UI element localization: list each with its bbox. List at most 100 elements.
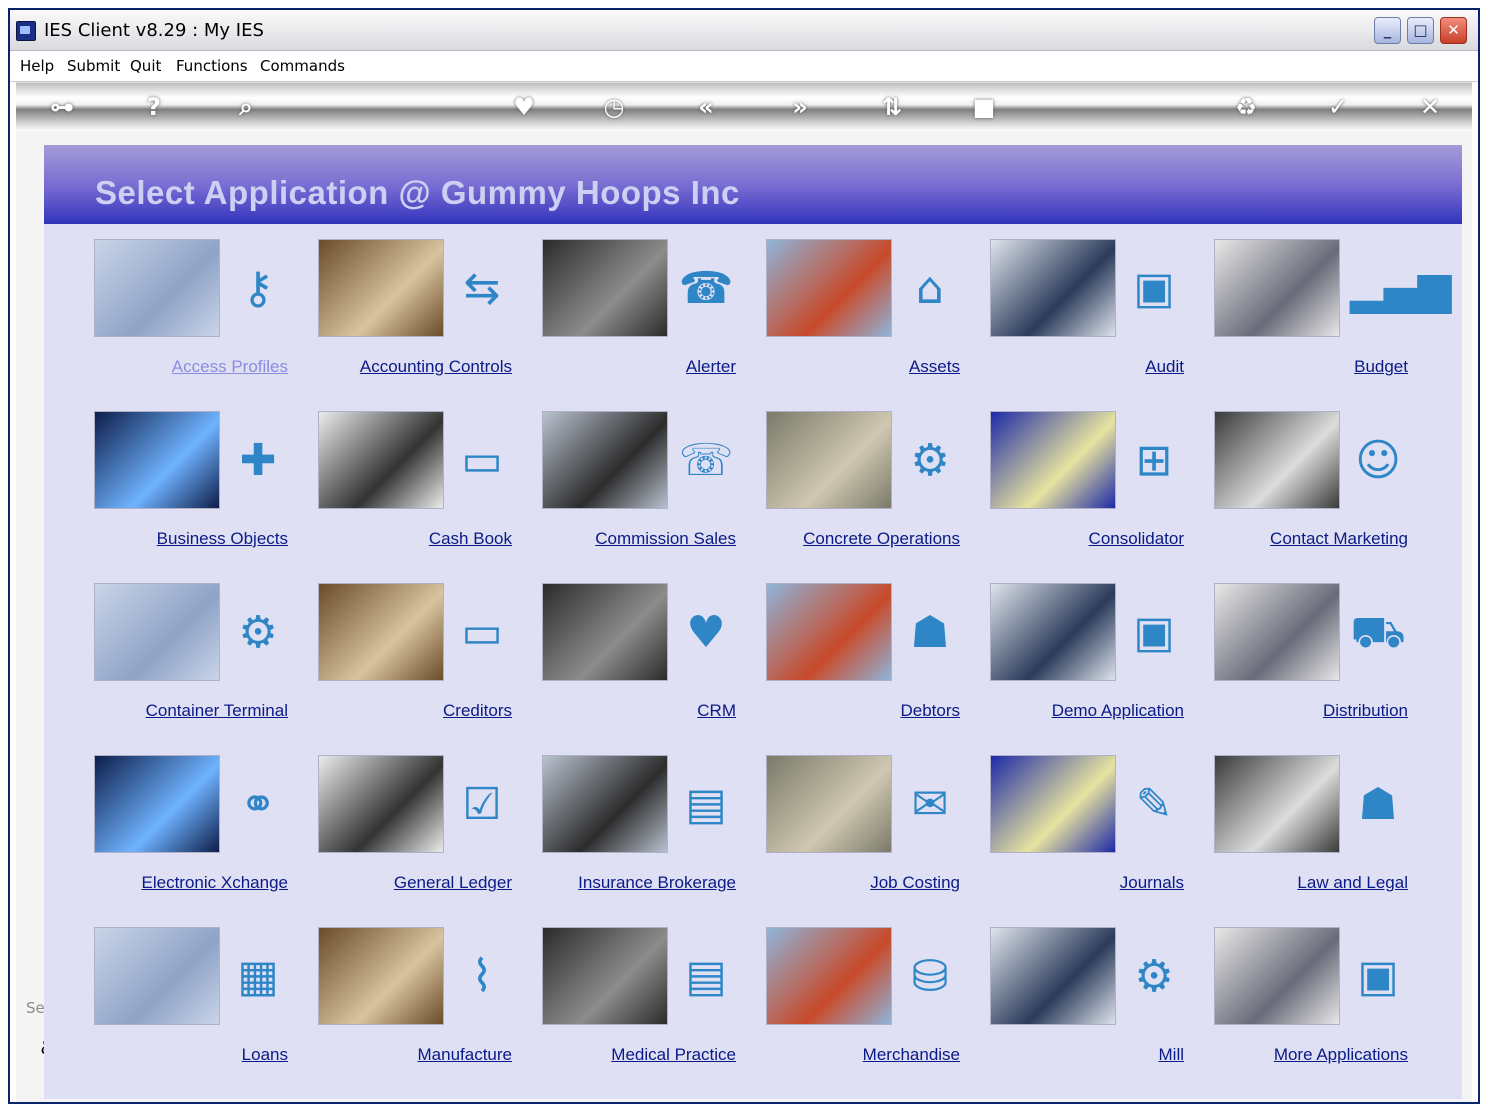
app-tile[interactable]: ▭ Creditors [318, 583, 542, 743]
app-link[interactable]: Job Costing [870, 873, 960, 893]
bar-chart-icon[interactable]: ▂▄▆ [1350, 261, 1452, 317]
app-link[interactable]: Merchandise [863, 1045, 960, 1065]
app-link[interactable]: Distribution [1323, 701, 1408, 721]
menu-help[interactable]: Help [20, 57, 54, 75]
app-link[interactable]: Insurance Brokerage [578, 873, 736, 893]
app-tile[interactable]: ⊞ Consolidator [990, 411, 1214, 571]
monitor-icon[interactable]: ▣ [1350, 949, 1406, 1005]
signing-photo[interactable] [318, 411, 444, 509]
app-tile[interactable]: ▣ Audit [990, 239, 1214, 399]
heart-icon[interactable]: ♥ [508, 91, 540, 123]
monitor-icon[interactable]: ▣ [1126, 605, 1182, 661]
grocery-photo[interactable] [766, 927, 892, 1025]
office-man-photo[interactable] [318, 239, 444, 337]
app-tile[interactable]: ⚙ Mill [990, 927, 1214, 1087]
handshake-icon[interactable]: ⚭ [230, 777, 286, 833]
recycle-icon[interactable]: ♻ [1230, 91, 1262, 123]
crane-photo[interactable] [766, 239, 892, 337]
callcenter-photo[interactable] [1214, 411, 1340, 509]
app-tile[interactable]: ⛟ Distribution [1214, 583, 1438, 743]
app-link[interactable]: Demo Application [1052, 701, 1184, 721]
app-link[interactable]: Contact Marketing [1270, 529, 1408, 549]
house-icon[interactable]: ⌂ [902, 261, 958, 317]
app-link[interactable]: Electronic Xchange [142, 873, 288, 893]
key-icon[interactable]: ⊶ [42, 91, 82, 123]
app-tile[interactable]: ▣ Demo Application [990, 583, 1214, 743]
scroll-icon[interactable]: ✎ [1126, 777, 1182, 833]
headset-woman-photo[interactable] [542, 583, 668, 681]
phone-hands-photo[interactable] [542, 239, 668, 337]
people-talk-icon[interactable]: ☺ [1350, 433, 1406, 489]
calculator-photo[interactable] [990, 755, 1116, 853]
app-tile[interactable]: ✉ Job Costing [766, 755, 990, 915]
credit-card-icon[interactable]: ▭ [454, 605, 510, 661]
app-tile[interactable]: ☎ Alerter [542, 239, 766, 399]
app-tile[interactable]: ▤ Insurance Brokerage [542, 755, 766, 915]
invoice-icon[interactable]: ✉ [902, 777, 958, 833]
app-tile[interactable]: ✚ Business Objects [94, 411, 318, 571]
app-tile[interactable]: ▂▄▆ Budget [1214, 239, 1452, 399]
app-link[interactable]: Concrete Operations [803, 529, 960, 549]
map-photo[interactable] [94, 239, 220, 337]
maximize-button[interactable]: □ [1407, 17, 1434, 44]
factory-photo[interactable] [766, 755, 892, 853]
pulse-icon[interactable]: ⌇ [454, 949, 510, 1005]
app-tile[interactable]: ▣ More Applications [1214, 927, 1438, 1087]
credit-card-icon[interactable]: ▭ [454, 433, 510, 489]
gears-icon[interactable]: ⚙ [902, 433, 958, 489]
app-tile[interactable]: ▦ Loans [94, 927, 318, 1087]
circuit-photo[interactable] [94, 411, 220, 509]
router-icon[interactable]: ☎ [678, 261, 734, 317]
crowd-icon[interactable]: ☗ [1350, 777, 1406, 833]
app-link[interactable]: Medical Practice [611, 1045, 736, 1065]
app-tile[interactable]: ☗ Law and Legal [1214, 755, 1438, 915]
app-tile[interactable]: ⚙ Concrete Operations [766, 411, 990, 571]
gavel-photo[interactable] [1214, 755, 1340, 853]
app-tile[interactable]: ☗ Debtors [766, 583, 990, 743]
app-link[interactable]: Audit [1145, 357, 1184, 377]
insurance-policy-photo[interactable] [542, 755, 668, 853]
close-window-button[interactable]: ✕ [1440, 17, 1467, 44]
app-link[interactable]: Creditors [443, 701, 512, 721]
clock-icon[interactable]: ◷ [598, 91, 630, 123]
monitor-icon[interactable]: ▣ [1126, 261, 1182, 317]
app-link[interactable]: Container Terminal [146, 701, 288, 721]
app-tile[interactable]: ⌇ Manufacture [318, 927, 542, 1087]
search-icon[interactable]: ⌕ [230, 91, 262, 123]
globe-photo[interactable] [1214, 927, 1340, 1025]
minimize-button[interactable]: _ [1374, 17, 1401, 44]
app-link[interactable]: Assets [909, 357, 960, 377]
app-link[interactable]: Cash Book [429, 529, 512, 549]
smokestack-photo[interactable] [990, 927, 1116, 1025]
org-chart-icon[interactable]: ⊞ [1126, 433, 1182, 489]
transfer-icon[interactable]: ⇆ [454, 261, 510, 317]
menu-quit[interactable]: Quit [130, 57, 161, 75]
team-photo[interactable] [542, 411, 668, 509]
app-link[interactable]: Budget [1354, 357, 1408, 377]
app-tile[interactable]: ▭ Cash Book [318, 411, 542, 571]
app-tile[interactable]: ▤ Medical Practice [542, 927, 766, 1087]
previous-icon[interactable]: « [690, 91, 722, 123]
next-icon[interactable]: » [784, 91, 816, 123]
app-link[interactable]: General Ledger [394, 873, 512, 893]
chart-cards-icon[interactable]: ▦ [230, 949, 286, 1005]
port-crane-photo[interactable] [94, 583, 220, 681]
app-link[interactable]: Law and Legal [1297, 873, 1408, 893]
meeting-photo[interactable] [1214, 239, 1340, 337]
graph-photo[interactable] [990, 411, 1116, 509]
menu-functions[interactable]: Functions [176, 57, 248, 75]
app-tile[interactable]: ✎ Journals [990, 755, 1214, 915]
menu-commands[interactable]: Commands [260, 57, 345, 75]
id-cards-icon[interactable]: ▤ [678, 949, 734, 1005]
app-link[interactable]: More Applications [1274, 1045, 1408, 1065]
gears-icon[interactable]: ⚙ [230, 605, 286, 661]
server-rack-photo[interactable] [94, 755, 220, 853]
sort-icon[interactable]: ⇅ [876, 91, 908, 123]
check-icon[interactable]: ✓ [1322, 91, 1354, 123]
papers-photo[interactable] [318, 755, 444, 853]
app-tile[interactable]: ☏ Commission Sales [542, 411, 766, 571]
projector-photo[interactable] [990, 239, 1116, 337]
business-woman-photo[interactable] [766, 583, 892, 681]
menu-submit[interactable]: Submit [67, 57, 120, 75]
app-link[interactable]: Accounting Controls [360, 357, 512, 377]
